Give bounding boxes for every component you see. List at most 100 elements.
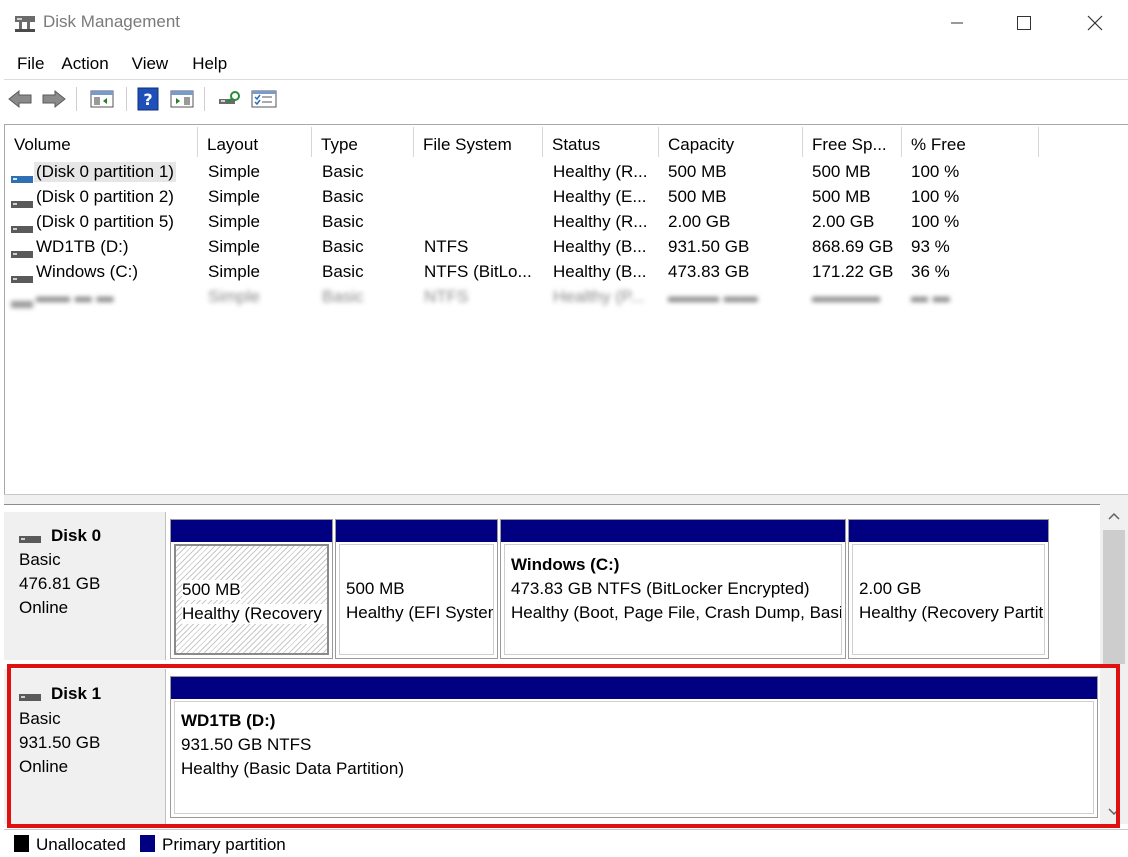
show-hide-console-tree-button[interactable] [88, 86, 116, 112]
partition-size: 2.00 GB [859, 579, 922, 598]
legend-bar: Unallocated Primary partition [4, 829, 1128, 857]
volume-layout: Simple [208, 287, 260, 306]
column-header-type[interactable]: Type [312, 127, 414, 157]
disk-1-label[interactable]: Disk 1 Basic 931.50 GB Online [4, 669, 166, 824]
partition-title: Windows (C:) [511, 555, 620, 574]
drive-icon [11, 168, 33, 183]
partition-body: 2.00 GB Healthy (Recovery Partition) [852, 544, 1045, 655]
volume-percent-free: 100 % [911, 212, 960, 231]
menu-bar: File Action View Help [0, 48, 227, 78]
volume-free-space: 500 MB [812, 162, 871, 181]
volume-row[interactable]: WD1TB (D:) Simple Basic NTFS Healthy (B.… [5, 234, 1125, 259]
svg-text:?: ? [143, 90, 152, 109]
partition-wd1tb-d[interactable]: WD1TB (D:) 931.50 GB NTFS Healthy (Basic… [170, 676, 1098, 818]
volume-capacity: 2.00 GB [668, 212, 731, 231]
disk-icon [19, 528, 41, 543]
partition-color-bar [171, 520, 332, 542]
toolbar: ? [4, 82, 1128, 116]
volume-layout: Simple [208, 237, 260, 256]
menu-view[interactable]: View [132, 48, 169, 78]
volume-free-space: 868.69 GB [812, 237, 894, 256]
volume-status: Healthy (B... [553, 237, 647, 256]
volume-file-system: NTFS [424, 237, 469, 256]
disk-size: 476.81 GB [19, 574, 101, 593]
primary-partition-swatch [140, 835, 155, 852]
volume-type: Basic [322, 237, 364, 256]
volume-row[interactable]: (Disk 0 partition 1) Simple Basic Health… [5, 159, 1125, 184]
volume-capacity: 500 MB [668, 162, 727, 181]
partition-efi[interactable]: 500 MB Healthy (EFI System Partition) [335, 519, 498, 659]
scroll-up-icon [1108, 512, 1120, 520]
pane-splitter[interactable] [4, 494, 1128, 504]
close-button[interactable] [1072, 0, 1118, 46]
volume-status: Healthy (R... [553, 162, 648, 181]
volume-free-space: 500 MB [812, 187, 871, 206]
volume-row[interactable]: (Disk 0 partition 2) Simple Basic Health… [5, 184, 1125, 209]
disk-icon [19, 686, 41, 701]
column-header-file-system[interactable]: File System [414, 127, 543, 157]
column-header-capacity[interactable]: Capacity [659, 127, 803, 157]
volume-status: Healthy (R... [553, 212, 648, 231]
volume-layout: Simple [208, 187, 260, 206]
partition-title: WD1TB (D:) [181, 711, 276, 730]
column-header-layout[interactable]: Layout [198, 127, 312, 157]
disk-state: Online [19, 757, 69, 776]
disk-type: Basic [19, 709, 61, 728]
maximize-icon [1017, 16, 1031, 30]
partition-status: Healthy (Basic Data Partition) [181, 759, 404, 778]
volume-file-system: NTFS (BitLo... [424, 262, 532, 281]
partition-status: Healthy (Boot, Page File, Crash Dump, Ba… [511, 603, 841, 622]
volume-file-system: NTFS [424, 287, 469, 306]
drive-icon [11, 243, 33, 258]
help-button[interactable]: ? [134, 86, 162, 112]
forward-arrow-icon [42, 89, 66, 109]
volume-name: (Disk 0 partition 5) [36, 212, 174, 231]
column-header-volume[interactable]: Volume [5, 127, 198, 157]
partition-body: Windows (C:) 473.83 GB NTFS (BitLocker E… [504, 544, 842, 655]
close-icon [1087, 15, 1103, 31]
volume-free-space: 171.22 GB [812, 262, 894, 281]
menu-action[interactable]: Action [61, 48, 108, 78]
partition-recovery-1[interactable]: 500 MB Healthy (Recovery Partition) [170, 519, 333, 659]
column-header-free-space[interactable]: Free Sp... [803, 127, 902, 157]
menu-help[interactable]: Help [192, 48, 227, 78]
volume-row-redacted[interactable]: ▬▬ ▬ ▬ Simple Basic NTFS Healthy (P... ▬… [5, 284, 1125, 309]
minimize-button[interactable] [934, 0, 980, 46]
disk-state: Online [19, 598, 69, 617]
properties-button[interactable] [250, 86, 278, 112]
volume-name: Windows (C:) [36, 262, 139, 281]
volume-type: Basic [322, 187, 364, 206]
partition-windows-c[interactable]: Windows (C:) 473.83 GB NTFS (BitLocker E… [500, 519, 846, 659]
volume-percent-free: ▬ ▬ [911, 287, 950, 306]
legend-primary-label: Primary partition [162, 835, 286, 854]
back-arrow-icon [8, 89, 32, 109]
show-hide-action-pane-icon [170, 90, 194, 108]
volume-percent-free: 93 % [911, 237, 950, 256]
partition-color-bar [171, 677, 1097, 699]
disk-0-label[interactable]: Disk 0 Basic 476.81 GB Online [4, 512, 166, 660]
volume-row[interactable]: Windows (C:) Simple Basic NTFS (BitLo...… [5, 259, 1125, 284]
menu-file[interactable]: File [17, 48, 44, 78]
maximize-button[interactable] [1001, 0, 1047, 46]
disk-name: Disk 0 [51, 526, 102, 545]
menu-divider [4, 79, 1128, 80]
rescan-disks-button[interactable] [216, 86, 244, 112]
volume-type: Basic [322, 212, 364, 231]
volume-free-space: ▬▬▬▬ [812, 287, 880, 306]
disk-size: 931.50 GB [19, 733, 101, 752]
partition-color-bar [501, 520, 845, 542]
drive-icon [11, 293, 33, 308]
show-hide-action-pane-button[interactable] [168, 86, 196, 112]
partition-recovery-2[interactable]: 2.00 GB Healthy (Recovery Partition) [848, 519, 1049, 659]
volume-name: (Disk 0 partition 2) [36, 187, 174, 206]
partition-status: Healthy (EFI System Partition) [346, 603, 493, 622]
forward-button[interactable] [40, 86, 68, 112]
back-button[interactable] [6, 86, 34, 112]
column-header-percent-free[interactable]: % Free [902, 127, 1039, 157]
scrollbar-thumb[interactable] [1103, 530, 1125, 664]
partition-size: 500 MB [182, 580, 241, 600]
volume-percent-free: 100 % [911, 187, 960, 206]
column-header-status[interactable]: Status [543, 127, 659, 157]
properties-icon [251, 90, 277, 108]
volume-row[interactable]: (Disk 0 partition 5) Simple Basic Health… [5, 209, 1125, 234]
